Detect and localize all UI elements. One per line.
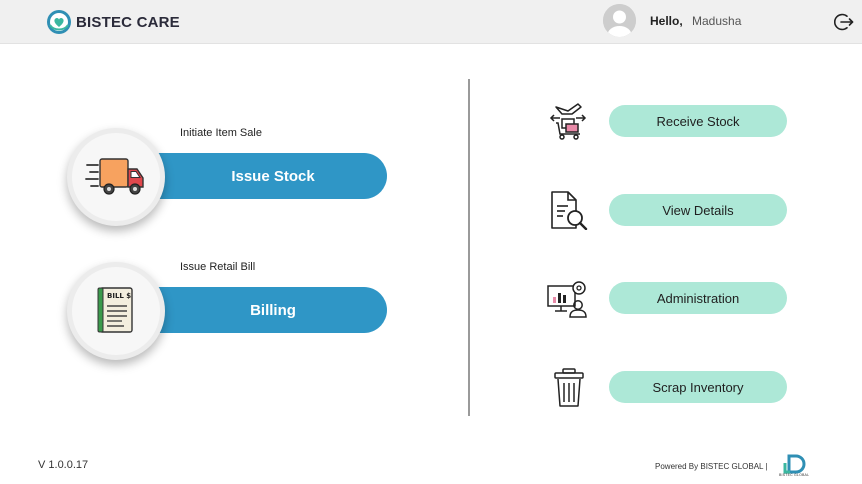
administration-button[interactable]: Administration [609, 282, 787, 314]
receive-stock-button[interactable]: Receive Stock [609, 105, 787, 137]
issue-stock-caption: Initiate Item Sale [180, 127, 262, 139]
svg-text:BILL $: BILL $ [107, 292, 131, 300]
issue-stock-icon-button[interactable] [67, 128, 165, 226]
issue-stock-label: Issue Stock [231, 167, 315, 185]
powered-by-text: Powered By BISTEC GLOBAL | [655, 462, 768, 471]
logout-icon[interactable] [834, 12, 854, 32]
vertical-divider [468, 79, 470, 416]
brand: BISTEC CARE [46, 8, 180, 36]
top-header: BISTEC CARE Hello, Madusha [0, 0, 862, 44]
billing-button[interactable]: Billing [137, 287, 387, 333]
bistec-global-logo-text: BISTEC GLOBAL [779, 473, 810, 477]
scrap-inventory-label: Scrap Inventory [652, 379, 744, 395]
billing-caption: Issue Retail Bill [180, 261, 256, 273]
version-text: V 1.0.0.17 [38, 459, 89, 471]
issue-stock-button[interactable]: Issue Stock [137, 153, 387, 199]
view-details-icon [551, 191, 588, 230]
view-details-label: View Details [662, 202, 734, 218]
greeting-text: Hello, [650, 14, 683, 28]
receive-stock-icon [549, 103, 587, 140]
bill-receipt-icon: BILL $ [97, 287, 133, 333]
user-avatar-icon [603, 4, 636, 37]
view-details-button[interactable]: View Details [609, 194, 787, 226]
username-text: Madusha [692, 14, 742, 28]
brand-name: BISTEC CARE [76, 13, 180, 31]
avatar[interactable] [603, 4, 636, 37]
administration-label: Administration [656, 290, 740, 306]
trash-icon [554, 368, 584, 407]
billing-icon-button[interactable]: BILL $ [67, 262, 165, 360]
administration-icon [547, 281, 587, 318]
scrap-inventory-button[interactable]: Scrap Inventory [609, 371, 787, 403]
billing-label: Billing [250, 301, 296, 319]
bistec-care-logo-icon [47, 10, 71, 34]
delivery-truck-icon [85, 158, 144, 195]
receive-stock-label: Receive Stock [656, 113, 740, 129]
